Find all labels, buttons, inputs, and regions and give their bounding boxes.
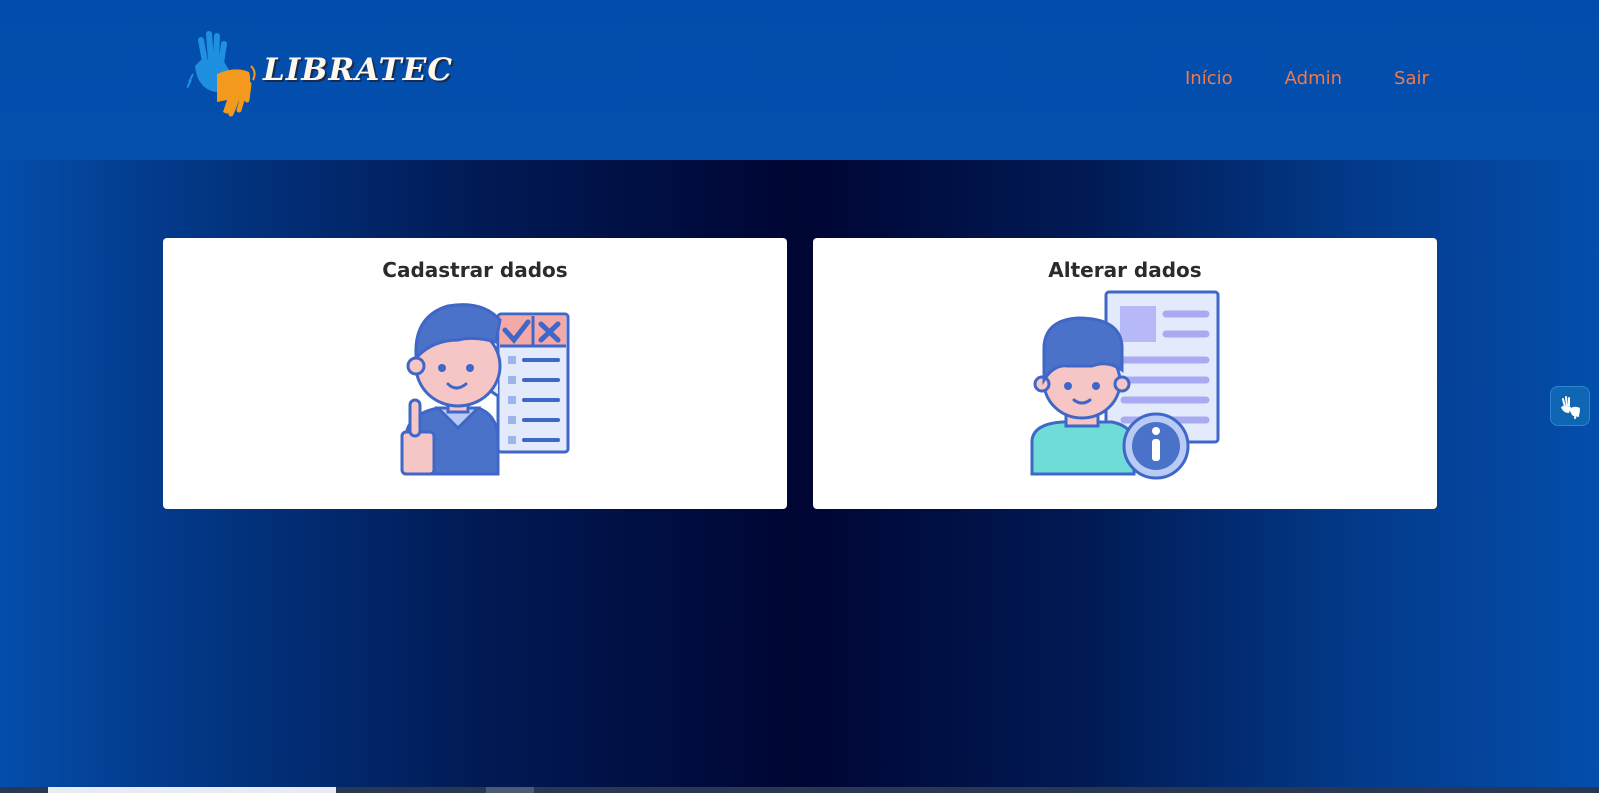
nav-sair-link[interactable]: Sair	[1394, 68, 1429, 89]
brand-logo[interactable]: LIBRATEC	[187, 30, 477, 122]
nav-admin-link[interactable]: Admin	[1285, 68, 1342, 89]
brand-name: LIBRATEC	[263, 52, 453, 88]
main-nav: Início Admin Sair	[1185, 68, 1429, 89]
card-title: Alterar dados	[1048, 258, 1202, 282]
top-header: LIBRATEC Início Admin Sair	[0, 0, 1599, 160]
sign-language-hands-icon	[1561, 396, 1580, 419]
scrollbar-marker	[486, 787, 534, 793]
user-info-document-icon	[1030, 290, 1220, 480]
accessibility-widget-button[interactable]	[1550, 386, 1590, 426]
scrollbar-thumb[interactable]	[48, 787, 336, 793]
hands-logo-icon	[187, 31, 256, 117]
card-cadastrar-dados[interactable]: Cadastrar dados	[163, 238, 787, 509]
user-checklist-icon	[400, 303, 570, 476]
card-title: Cadastrar dados	[382, 258, 568, 282]
nav-inicio-link[interactable]: Início	[1185, 68, 1233, 89]
card-alterar-dados[interactable]: Alterar dados	[813, 238, 1437, 509]
horizontal-scrollbar[interactable]	[0, 787, 1599, 793]
